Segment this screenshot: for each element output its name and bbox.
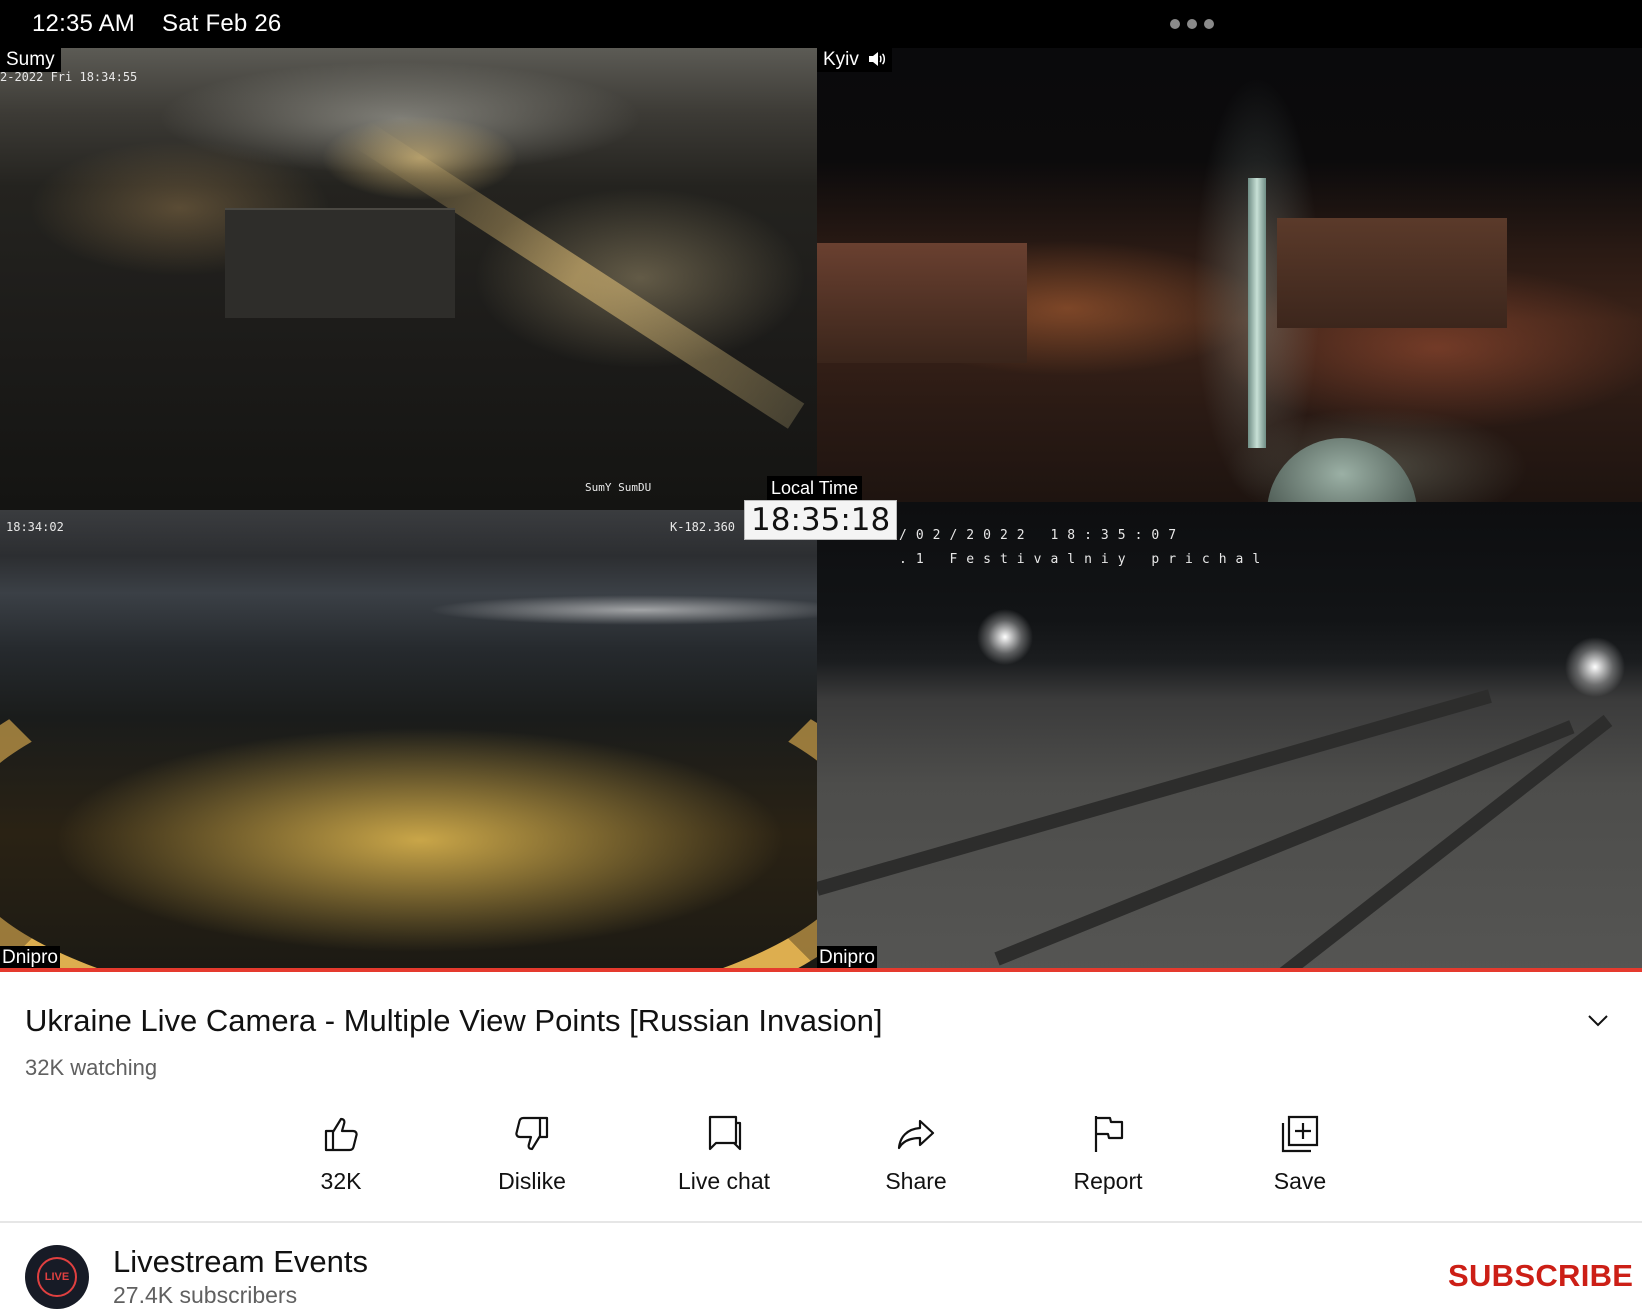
camera-feed-dnipro-river: 18:34:02 K-182.360 Dnipro	[0, 510, 817, 972]
camera-osd-watermark: SumY SumDU	[585, 481, 652, 494]
local-time-clock: 18:35:18	[744, 500, 898, 540]
multitasking-dots-icon[interactable]	[1170, 19, 1214, 29]
local-time-label: Local Time	[767, 476, 863, 500]
action-bar: 32K Dislike Live chat Share Report Save	[0, 1112, 1642, 1202]
camera-feed-sumy: Sumy 2-2022 Fri 18:34:55 SumY SumDU	[0, 48, 817, 510]
camera-osd-time: 18:34:02	[6, 520, 64, 534]
camera-osd-timestamp: 2-2022 Fri 18:34:55	[0, 70, 138, 84]
subscribe-button[interactable]: SUBSCRIBE	[1448, 1258, 1633, 1294]
share-icon	[897, 1119, 935, 1150]
live-logo: LIVE	[37, 1257, 77, 1297]
live-progress-bar[interactable]	[0, 968, 1642, 972]
live-chat-label: Live chat	[677, 1168, 771, 1194]
live-chat-icon	[708, 1115, 742, 1151]
dislike-button[interactable]: Dislike	[452, 1112, 612, 1195]
save-button[interactable]: Save	[1220, 1112, 1380, 1195]
like-button[interactable]: 32K	[261, 1112, 421, 1195]
camera-label-sumy: Sumy	[0, 48, 61, 72]
camera-feed-kyiv: Kyiv	[817, 48, 1642, 502]
camera-label-dnipro-1: Dnipro	[0, 946, 60, 970]
status-time: 12:35 AM	[32, 10, 136, 37]
camera-label-kyiv: Kyiv	[817, 48, 893, 72]
camera-osd-datetime: /02/2022 18:35:07	[899, 528, 1186, 543]
live-chat-button[interactable]: Live chat	[644, 1112, 804, 1195]
status-bar: 12:35 AM Sat Feb 26	[0, 0, 1642, 48]
watching-count: 32K watching	[25, 1055, 158, 1080]
camera-feed-dnipro-square: /02/2022 18:35:07 .1 Festivalniy prichal…	[817, 502, 1642, 972]
share-label: Share	[885, 1168, 947, 1194]
camera-label-dnipro-2: Dnipro	[817, 946, 877, 970]
save-playlist-icon	[1281, 1115, 1319, 1153]
speaker-icon	[869, 52, 886, 66]
like-count: 32K	[320, 1168, 362, 1194]
report-label: Report	[1073, 1168, 1143, 1194]
save-label: Save	[1273, 1168, 1327, 1194]
dislike-label: Dislike	[498, 1168, 566, 1194]
camera-osd-code: K-182.360	[670, 520, 736, 534]
divider	[0, 1221, 1642, 1223]
share-button[interactable]: Share	[836, 1112, 996, 1195]
channel-name[interactable]: Livestream Events	[113, 1244, 368, 1280]
chevron-down-icon[interactable]	[1586, 1008, 1610, 1032]
video-title[interactable]: Ukraine Live Camera - Multiple View Poin…	[25, 1003, 882, 1039]
thumbs-up-icon	[324, 1117, 358, 1152]
video-player[interactable]: Sumy 2-2022 Fri 18:34:55 SumY SumDU Kyiv…	[0, 48, 1642, 972]
thumbs-down-icon	[515, 1116, 549, 1151]
subscriber-count: 27.4K subscribers	[113, 1282, 298, 1308]
channel-avatar[interactable]: LIVE	[25, 1245, 89, 1309]
report-button[interactable]: Report	[1028, 1112, 1188, 1195]
status-date: Sat Feb 26	[162, 10, 282, 37]
camera-osd-location: .1 Festivalniy prichal	[899, 552, 1270, 567]
flag-icon	[1094, 1116, 1124, 1152]
